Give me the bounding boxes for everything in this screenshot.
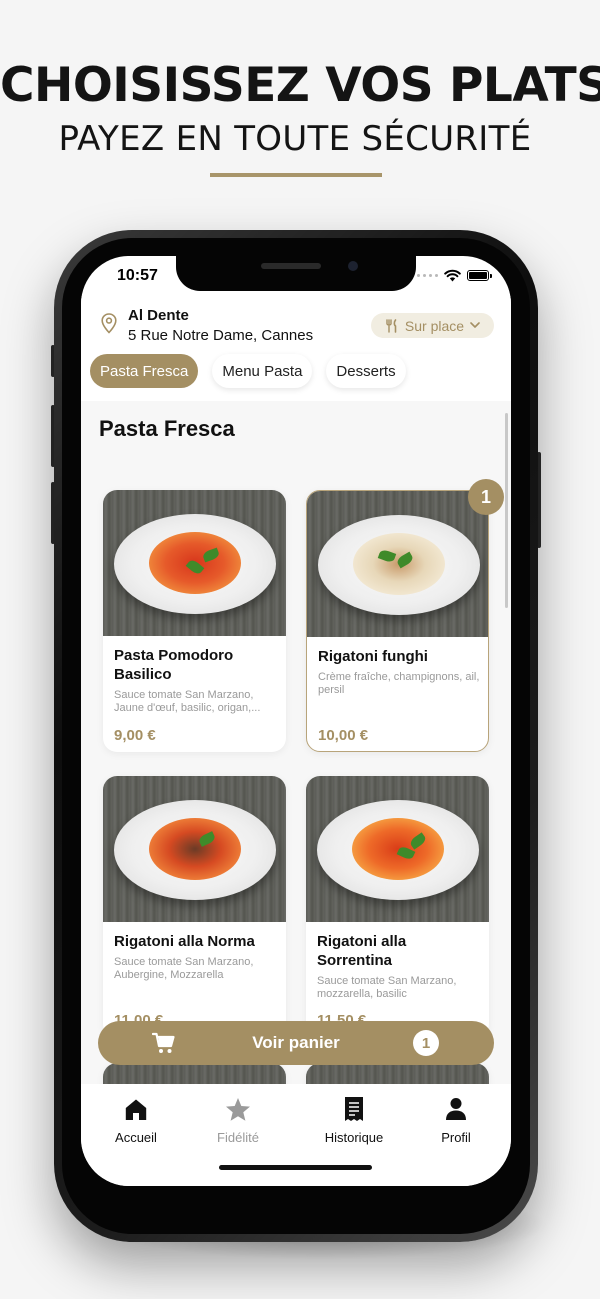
nav-accueil[interactable]: Accueil [91,1096,181,1145]
service-mode-selector[interactable]: Sur place [371,313,494,338]
dish-description: Sauce tomate San Marzano, Jaune d'œuf, b… [114,689,261,714]
tab-label: Desserts [336,362,396,380]
scroll-indicator[interactable] [505,413,508,608]
dish-price: 9,00 € [114,727,156,744]
cutlery-icon [386,318,397,333]
category-tabs: Pasta Fresca Menu Pasta Desserts [90,354,406,388]
dish-description: Crème fraîche, champignons, ail, persil [318,671,480,696]
dish-card-next[interactable] [306,1063,489,1084]
home-icon [125,1099,147,1120]
dish-name: Rigatoni alla Norma [114,933,255,950]
dish-card-sorrentina[interactable]: Rigatoni alla Sorrentina Sauce tomate Sa… [306,776,489,1038]
nav-label: Profil [441,1130,471,1145]
dish-card-next[interactable] [103,1063,286,1084]
dish-name: Rigatoni alla Sorrentina [317,933,407,969]
tab-menu-pasta[interactable]: Menu Pasta [212,354,313,388]
dish-name: Rigatoni funghi [318,648,428,665]
nav-label: Historique [324,1130,384,1145]
tab-pasta-fresca[interactable]: Pasta Fresca [90,354,199,388]
restaurant-address: 5 Rue Notre Dame, Cannes [128,327,314,344]
nav-profil[interactable]: Profil [411,1096,501,1145]
nav-historique[interactable]: Historique [309,1096,399,1145]
speaker [261,263,321,269]
dish-image [307,491,488,637]
status-time: 10:57 [117,267,158,284]
tab-label: Pasta Fresca [100,362,189,380]
status-icons [417,268,492,282]
dish-image [306,1063,489,1084]
nav-fidelite[interactable]: Fidélité [193,1096,283,1145]
cart-count-badge: 1 [413,1030,439,1056]
notch [176,256,416,291]
home-indicator[interactable] [219,1165,372,1170]
nav-label: Accueil [115,1130,157,1145]
dish-image [103,490,286,636]
quantity-badge: 1 [468,479,504,515]
tab-label: Menu Pasta [222,362,303,380]
restaurant-name: Al Dente [128,307,189,324]
dish-image [103,776,286,922]
location-pin-icon [101,313,117,334]
star-icon [226,1097,250,1121]
divider [210,173,382,177]
promo-subline: PAYEZ EN TOUTE SÉCURITÉ [58,119,532,159]
dish-description: Sauce tomate San Marzano, mozzarella, ba… [317,975,457,1000]
view-cart-button[interactable]: Voir panier 1 [98,1021,494,1065]
dish-card-norma[interactable]: Rigatoni alla Norma Sauce tomate San Mar… [103,776,286,1038]
chevron-down-icon [470,322,480,328]
dish-image [306,776,489,922]
battery-icon [467,269,492,281]
dish-card-funghi[interactable]: Rigatoni funghi Crème fraîche, champigno… [306,490,489,752]
bottom-navigation: Accueil Fidélité Historique Profil [81,1084,511,1186]
app-screen: 10:57 Al Dente 5 Rue Notre Dame, Cannes … [81,256,511,1186]
nav-label: Fidélité [217,1130,259,1145]
dish-description: Sauce tomate San Marzano, Aubergine, Moz… [114,956,254,981]
receipt-icon [345,1097,363,1121]
restaurant-header: Al Dente 5 Rue Notre Dame, Cannes Sur pl… [81,296,511,401]
menu-content[interactable]: Pasta Fresca Pasta Pomodoro Basilico Sau… [81,401,511,1084]
promo-headline: CHOISISSEZ VOS PLATS [0,58,600,113]
dish-card-pomodoro[interactable]: Pasta Pomodoro Basilico Sauce tomate San… [103,490,286,752]
dish-price: 10,00 € [318,727,369,744]
dish-name: Pasta Pomodoro Basilico [114,647,234,683]
person-icon [446,1098,466,1120]
signal-icon [417,273,438,277]
dish-image [103,1063,286,1084]
tab-desserts[interactable]: Desserts [326,354,406,388]
section-title: Pasta Fresca [99,416,235,441]
service-mode-label: Sur place [404,317,465,334]
wifi-icon [444,269,461,281]
front-camera [348,261,358,271]
